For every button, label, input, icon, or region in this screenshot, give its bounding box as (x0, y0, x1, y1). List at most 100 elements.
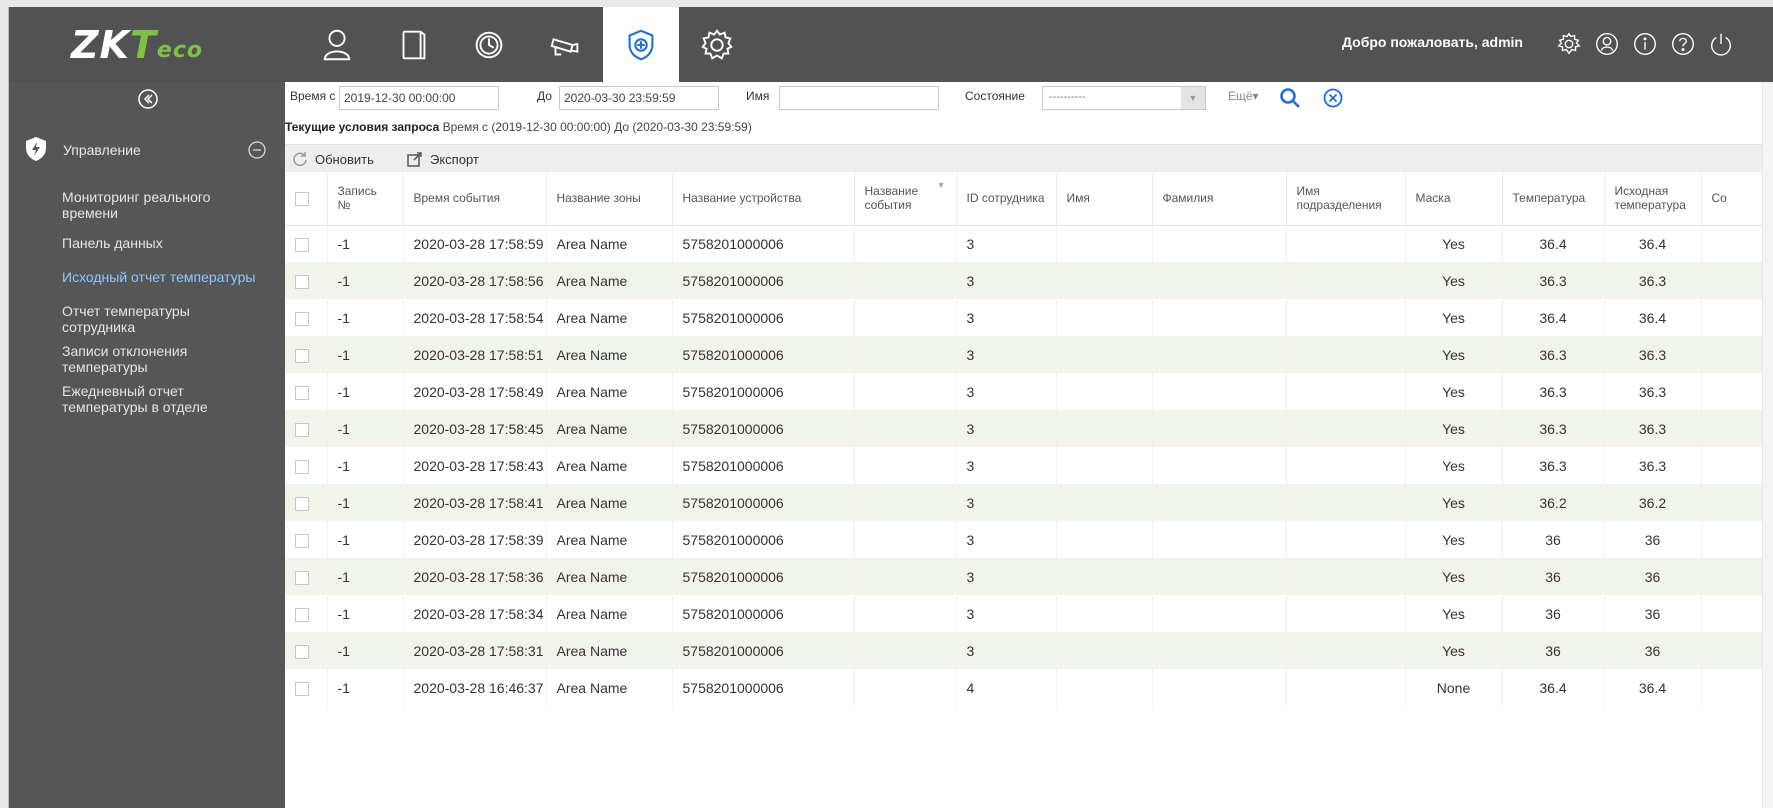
module-nav (299, 7, 755, 82)
vertical-scrollbar[interactable] (1762, 82, 1773, 808)
sidebar-item-raw-temperature-report[interactable]: Исходный отчет температуры (62, 269, 284, 285)
col-department-name[interactable]: Имя подразделения (1286, 172, 1406, 226)
table-row[interactable]: -1 2020-03-28 17:58:45 Area Name 5758201000… (285, 410, 1773, 447)
col-last-name[interactable]: Фамилия (1152, 172, 1287, 226)
filter-bar: Время с До Имя Состояние ---------- ▼ Ещ… (285, 82, 1773, 112)
col-mask[interactable]: Маска (1405, 172, 1503, 226)
table-row[interactable]: -1 2020-03-28 17:58:56 Area Name 5758201000… (285, 262, 1773, 299)
person-icon (323, 29, 351, 60)
row-checkbox[interactable] (295, 237, 309, 252)
cell-employee-id: 3 (956, 336, 1057, 373)
logo-zk: ZK (71, 23, 130, 67)
cell-event-name (854, 521, 957, 558)
clock-icon (475, 31, 503, 58)
col-temperature[interactable]: Температура (1502, 172, 1605, 226)
row-checkbox[interactable] (295, 681, 309, 696)
cell-area-name: Area Name (546, 521, 673, 558)
row-checkbox[interactable] (295, 607, 309, 622)
row-checkbox[interactable] (295, 422, 309, 437)
table-row[interactable]: -1 2020-03-28 17:58:36 Area Name 5758201000… (285, 558, 1773, 595)
cell-device-name: 5758201000006 (672, 669, 855, 706)
cell-device-name: 5758201000006 (672, 299, 855, 336)
help-button[interactable] (1668, 29, 1698, 59)
time-to-input[interactable] (559, 86, 719, 110)
cell-mask: Yes (1405, 336, 1503, 373)
search-icon[interactable] (1278, 86, 1302, 110)
state-select[interactable]: ---------- ▼ (1042, 86, 1206, 110)
table-row[interactable]: -1 2020-03-28 17:58:49 Area Name 5758201000… (285, 373, 1773, 410)
col-event-name[interactable]: ▼ Название события (854, 172, 957, 226)
col-raw-temperature[interactable]: Исходная температура (1604, 172, 1702, 226)
row-checkbox[interactable] (295, 274, 309, 289)
module-video[interactable] (527, 7, 603, 82)
settings-button[interactable] (1554, 29, 1584, 59)
row-checkbox[interactable] (295, 311, 309, 326)
cell-record-no: -1 (327, 595, 404, 632)
row-checkbox-cell (285, 669, 328, 706)
row-checkbox-cell (285, 484, 328, 521)
col-record-no[interactable]: Запись № (327, 172, 404, 226)
cell-first-name (1056, 373, 1153, 410)
cell-device-name: 5758201000006 (672, 447, 855, 484)
row-checkbox[interactable] (295, 644, 309, 659)
table-row[interactable]: -1 2020-03-28 17:58:43 Area Name 5758201000… (285, 447, 1773, 484)
module-attendance[interactable] (451, 7, 527, 82)
sidebar-item-realtime-monitoring[interactable]: Мониторинг реального времени (62, 189, 232, 221)
user-button[interactable] (1592, 29, 1622, 59)
table-row[interactable]: -1 2020-03-28 17:58:51 Area Name 5758201000… (285, 336, 1773, 373)
col-first-name[interactable]: Имя (1056, 172, 1153, 226)
module-personnel[interactable] (299, 7, 375, 82)
row-checkbox[interactable] (295, 459, 309, 474)
cell-mask: Yes (1405, 447, 1503, 484)
collapse-sidebar-icon[interactable] (137, 88, 159, 110)
cell-area-name: Area Name (546, 299, 673, 336)
cell-employee-id: 3 (956, 558, 1057, 595)
sidebar-item-daily-department-report[interactable]: Ежедневный отчет температуры в отделе (62, 383, 237, 415)
top-header: ZK Teco Добро пожаловать, admin (9, 7, 1773, 82)
row-checkbox[interactable] (295, 348, 309, 363)
table-row[interactable]: -1 2020-03-28 17:58:31 Area Name 5758201000… (285, 632, 1773, 669)
cell-event-name (854, 225, 957, 262)
table-row[interactable]: -1 2020-03-28 16:46:37 Area Name 5758201000… (285, 669, 1773, 706)
info-button[interactable] (1630, 29, 1660, 59)
sidebar-item-dashboard[interactable]: Панель данных (62, 235, 284, 251)
cell-raw-temperature: 36.3 (1604, 373, 1702, 410)
sidebar-section-management[interactable]: Управление (9, 134, 285, 166)
export-button[interactable]: Экспорт (406, 150, 479, 168)
row-checkbox[interactable] (295, 570, 309, 585)
cell-department-name (1286, 521, 1406, 558)
col-event-time[interactable]: Время события (403, 172, 547, 226)
row-checkbox[interactable] (295, 533, 309, 548)
table-row[interactable]: -1 2020-03-28 17:58:59 Area Name 5758201000… (285, 225, 1773, 262)
col-device-name[interactable]: Название устройства (672, 172, 855, 226)
row-checkbox[interactable] (295, 496, 309, 511)
clear-icon[interactable] (1322, 87, 1344, 109)
name-input[interactable] (779, 86, 939, 110)
sidebar-item-employee-temperature-report[interactable]: Отчет температуры сотрудника (62, 303, 222, 335)
table-row[interactable]: -1 2020-03-28 17:58:39 Area Name 5758201000… (285, 521, 1773, 558)
table-row[interactable]: -1 2020-03-28 17:58:54 Area Name 5758201000… (285, 299, 1773, 336)
select-all-checkbox-cell (285, 172, 328, 226)
module-health[interactable] (603, 7, 679, 82)
temperature-table: Запись № Время события Название зоны Наз… (285, 172, 1773, 706)
select-all-checkbox[interactable] (295, 191, 309, 206)
table-row[interactable]: -1 2020-03-28 17:58:34 Area Name 5758201000… (285, 595, 1773, 632)
sidebar-item-temperature-deviation-records[interactable]: Записи отклонения температуры (62, 343, 222, 375)
cell-mask: Yes (1405, 558, 1503, 595)
cell-area-name: Area Name (546, 558, 673, 595)
module-system[interactable] (679, 7, 755, 82)
collapse-section-icon[interactable] (247, 140, 267, 160)
cell-temperature: 36 (1502, 521, 1605, 558)
refresh-button[interactable]: Обновить (291, 150, 374, 168)
more-filters-button[interactable]: Ещё▾ (1228, 89, 1259, 103)
logout-button[interactable] (1706, 29, 1736, 59)
cell-employee-id: 3 (956, 595, 1057, 632)
cell-event-name (854, 447, 957, 484)
table-row[interactable]: -1 2020-03-28 17:58:41 Area Name 5758201000… (285, 484, 1773, 521)
module-access[interactable] (375, 7, 451, 82)
row-checkbox[interactable] (295, 385, 309, 400)
col-area-name[interactable]: Название зоны (546, 172, 673, 226)
col-employee-id[interactable]: ID сотрудника (956, 172, 1057, 226)
cell-event-time: 2020-03-28 17:58:49 (403, 373, 547, 410)
time-from-input[interactable] (339, 86, 499, 110)
